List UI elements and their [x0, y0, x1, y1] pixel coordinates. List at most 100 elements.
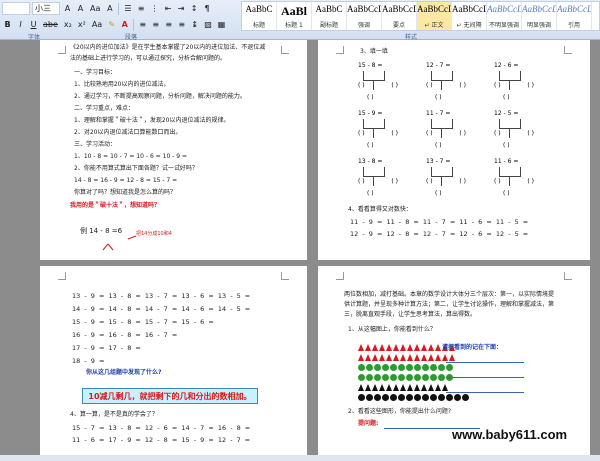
answer-blank[interactable]: ( ): [358, 82, 365, 89]
answer-blank[interactable]: ( ): [459, 178, 466, 185]
line-spacing-icon[interactable]: ↨: [189, 18, 200, 31]
style-preview: AaBbCcDı: [522, 4, 556, 14]
style-option[interactable]: AaBbCcDı 不明显强调: [487, 2, 522, 30]
style-preview: AaBl: [280, 4, 307, 18]
decrease-indent-icon[interactable]: ⇤: [163, 2, 174, 15]
circle-shape: [414, 394, 421, 401]
subscript-button[interactable]: x₂: [62, 18, 74, 31]
document-page-3[interactable]: 13 - 9 = 13 - 8 = 13 - 7 = 13 - 6 = 13 -…: [40, 266, 307, 461]
answer-blank[interactable]: ( ): [435, 190, 442, 197]
answer-blank[interactable]: ( ): [527, 82, 534, 89]
shrink-font-button[interactable]: A: [75, 2, 86, 15]
answer-blank[interactable]: ( ): [391, 178, 398, 185]
answer-blank[interactable]: ( ): [503, 142, 510, 149]
triangle-shape: [407, 344, 413, 351]
crop-mark: [336, 46, 344, 54]
style-option[interactable]: AaBbCcD 要点: [382, 2, 417, 30]
answer-prompt: 请把看到的记在下面：: [442, 344, 503, 351]
triangle-shape: [407, 354, 413, 361]
answer-blank[interactable]: ( ): [367, 142, 374, 149]
bold-button[interactable]: B: [2, 18, 13, 31]
answer-blank[interactable]: ( ): [435, 142, 442, 149]
answer-blank[interactable]: ( ): [459, 130, 466, 137]
italic-button[interactable]: I: [15, 18, 26, 31]
style-option[interactable]: AaBbCcDı 明显强调: [522, 2, 557, 30]
style-option[interactable]: AaBbCcDı 引用: [557, 2, 592, 30]
ribbon-separator: [118, 2, 120, 15]
answer-line[interactable]: [446, 392, 524, 393]
triangle-shape: [393, 384, 399, 391]
answer-blank[interactable]: ( ): [358, 130, 365, 137]
style-option[interactable]: AaBbCcD ↵ 无间隔: [452, 2, 487, 30]
font-name-select[interactable]: [2, 2, 30, 15]
justify-icon[interactable]: ≡: [176, 18, 187, 31]
tree-bracket: [363, 167, 385, 177]
strikethrough-button[interactable]: abe: [41, 18, 60, 31]
circle-shape: [366, 394, 373, 401]
discovery-question: 你从这几组题中发现了什么?: [86, 369, 162, 376]
decomposition-tree: 12 - 7 =( )( )( ): [426, 62, 466, 104]
answer-blank[interactable]: ( ): [358, 178, 365, 185]
answer-blank[interactable]: ( ): [426, 82, 433, 89]
answer-line[interactable]: [446, 377, 524, 378]
answer-blank[interactable]: ( ): [494, 130, 501, 137]
align-center-icon[interactable]: ≡: [150, 18, 161, 31]
answer-blank[interactable]: ( ): [503, 94, 510, 101]
style-label: 标题 1: [285, 22, 303, 29]
answer-line[interactable]: [446, 362, 524, 363]
numbering-icon[interactable]: ≡: [136, 2, 147, 15]
highlight-icon[interactable]: ✎: [106, 18, 117, 31]
equation-row: 11 - 9 = 11 - 8 = 11 - 7 = 11 - 6 = 11 -…: [350, 218, 529, 226]
font-size-select[interactable]: 小三: [32, 2, 60, 15]
answer-blank[interactable]: ( ): [367, 94, 374, 101]
answer-blank[interactable]: ( ): [494, 82, 501, 89]
answer-blank[interactable]: ( ): [527, 130, 534, 137]
section-4-heading: 4、算一算，是不是真的学会了？: [70, 411, 158, 418]
shading-icon[interactable]: ▧: [202, 18, 214, 31]
text-line: 1、理解和掌握＂破十法＂，发现20以内退位减法的规律。: [74, 117, 230, 124]
red-heading: 我用的是＂破十法＂，想知道吗？: [70, 202, 161, 209]
tree-bracket: [499, 71, 521, 81]
circle-shape: [430, 394, 437, 401]
document-page-2[interactable]: 3、填一填 15 - 8 =( )( )( ) 12 - 7 =( )( )( )…: [318, 40, 590, 260]
style-option[interactable]: AaBbC 标题: [242, 2, 277, 30]
answer-blank[interactable]: ( ): [527, 178, 534, 185]
answer-blank[interactable]: ( ): [367, 190, 374, 197]
align-right-icon[interactable]: ≡: [163, 18, 174, 31]
sort-icon[interactable]: ↕: [189, 2, 200, 15]
align-left-icon[interactable]: ≡: [137, 18, 148, 31]
style-option[interactable]: AaBbCcD ↵ 正文: [417, 2, 452, 30]
borders-icon[interactable]: ▦: [216, 18, 228, 31]
answer-blank[interactable]: ( ): [503, 190, 510, 197]
text-effects-button[interactable]: Aa: [90, 18, 104, 31]
clear-format-button[interactable]: A: [104, 2, 115, 15]
answer-blank[interactable]: ( ): [426, 178, 433, 185]
decomposition-tree: 12 - 5 =( )( )( ): [494, 110, 534, 152]
triangle-shape: [379, 354, 385, 361]
font-color-icon[interactable]: A: [119, 18, 130, 31]
document-page-1[interactable]: 《20以内的进位加法》是在学生基本掌握了20以内的进位加法、不退位减 法的基础上进…: [40, 40, 307, 260]
outline-icon[interactable]: ⋮: [149, 2, 161, 15]
change-case-button[interactable]: Aa: [88, 2, 102, 15]
style-option[interactable]: AaBl 标题 1: [277, 2, 312, 30]
style-preview: AaBbCcD: [382, 4, 416, 14]
superscript-button[interactable]: x²: [76, 18, 88, 31]
horizontal-scrollbar[interactable]: [0, 455, 600, 461]
tree-bracket: [363, 119, 385, 129]
bullets-icon[interactable]: ☰: [122, 2, 133, 15]
answer-blank[interactable]: ( ): [459, 82, 466, 89]
answer-blank[interactable]: ( ): [426, 130, 433, 137]
style-option[interactable]: AaBbC 副标题: [312, 2, 347, 30]
underline-button[interactable]: U: [28, 18, 39, 31]
grow-font-button[interactable]: A: [62, 2, 73, 15]
answer-blank[interactable]: ( ): [391, 130, 398, 137]
answer-blank[interactable]: ( ): [494, 178, 501, 185]
answer-blank[interactable]: ( ): [435, 94, 442, 101]
style-option[interactable]: AaBbCcDı 强调: [347, 2, 382, 30]
example-equation: 例 14 - 8 =6: [80, 227, 123, 235]
circle-shape: [398, 374, 405, 381]
increase-indent-icon[interactable]: ⇥: [176, 2, 187, 15]
crop-mark: [281, 46, 289, 54]
answer-blank[interactable]: ( ): [391, 82, 398, 89]
show-marks-icon[interactable]: ¶: [202, 2, 213, 15]
